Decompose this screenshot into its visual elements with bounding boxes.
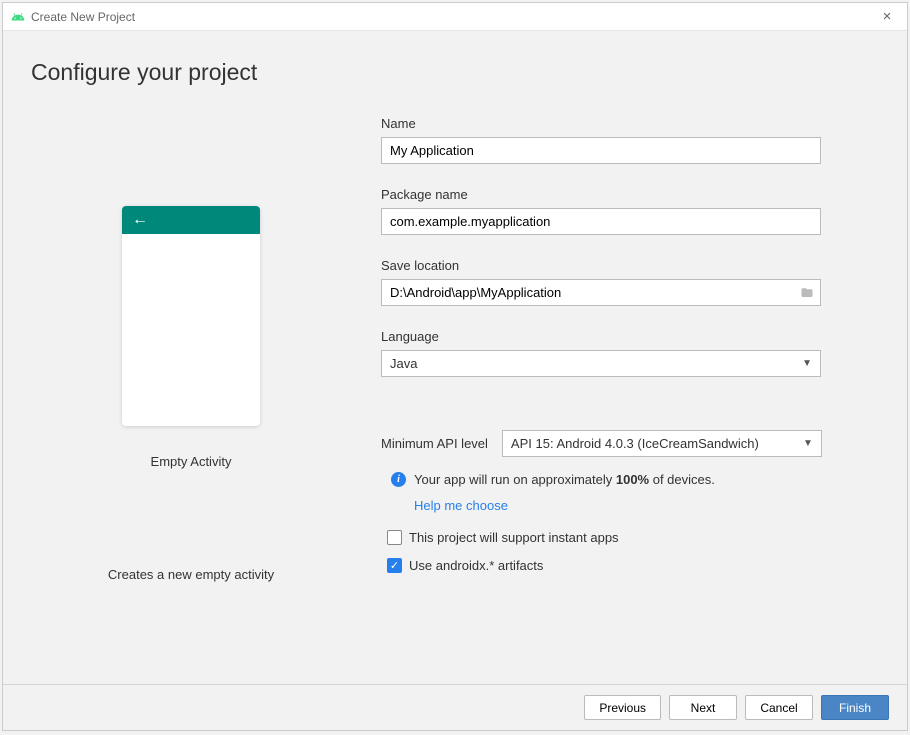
instant-apps-row: This project will support instant apps xyxy=(381,530,879,545)
instant-apps-label: This project will support instant apps xyxy=(409,530,619,545)
content: ← Empty Activity Creates a new empty act… xyxy=(3,106,907,684)
chevron-down-icon: ▼ xyxy=(802,358,812,369)
titlebar: Create New Project × xyxy=(3,3,907,31)
form-column: Name Package name Save location xyxy=(381,106,879,684)
finish-button[interactable]: Finish xyxy=(821,695,889,720)
field-api-level: Minimum API level API 15: Android 4.0.3 … xyxy=(381,430,879,457)
info-text: Your app will run on approximately 100% … xyxy=(414,472,715,487)
previous-button[interactable]: Previous xyxy=(584,695,661,720)
cancel-button[interactable]: Cancel xyxy=(745,695,813,720)
save-location-input[interactable] xyxy=(382,280,794,305)
folder-icon[interactable] xyxy=(794,285,820,300)
language-value: Java xyxy=(390,356,417,371)
androidx-checkbox[interactable]: ✓ xyxy=(387,558,402,573)
footer: Previous Next Cancel Finish xyxy=(3,684,907,730)
template-name: Empty Activity xyxy=(151,454,232,469)
save-location-label: Save location xyxy=(381,258,879,273)
field-language: Language Java ▼ xyxy=(381,329,879,377)
instant-apps-checkbox[interactable] xyxy=(387,530,402,545)
package-label: Package name xyxy=(381,187,879,202)
help-link[interactable]: Help me choose xyxy=(381,498,879,513)
template-description: Creates a new empty activity xyxy=(108,567,274,582)
phone-appbar: ← xyxy=(122,206,260,234)
main-area: Configure your project ← Empty Activity … xyxy=(3,31,907,730)
android-icon xyxy=(11,10,25,24)
field-save-location: Save location xyxy=(381,258,879,306)
field-package: Package name xyxy=(381,187,879,235)
dialog-window: Create New Project × Configure your proj… xyxy=(2,2,908,731)
name-input[interactable] xyxy=(381,137,821,164)
api-select[interactable]: API 15: Android 4.0.3 (IceCreamSandwich)… xyxy=(502,430,822,457)
left-column: ← Empty Activity Creates a new empty act… xyxy=(31,106,351,684)
api-value: API 15: Android 4.0.3 (IceCreamSandwich) xyxy=(511,436,759,451)
info-icon: i xyxy=(391,472,406,487)
window-title: Create New Project xyxy=(31,10,135,24)
androidx-row: ✓ Use androidx.* artifacts xyxy=(381,558,879,573)
field-name: Name xyxy=(381,116,879,164)
page-title: Configure your project xyxy=(3,31,907,106)
save-location-wrapper xyxy=(381,279,821,306)
phone-preview: ← xyxy=(122,206,260,426)
api-info: i Your app will run on approximately 100… xyxy=(381,472,879,487)
next-button[interactable]: Next xyxy=(669,695,737,720)
language-select[interactable]: Java ▼ xyxy=(381,350,821,377)
back-arrow-icon: ← xyxy=(132,211,148,229)
androidx-label: Use androidx.* artifacts xyxy=(409,558,543,573)
language-label: Language xyxy=(381,329,879,344)
chevron-down-icon: ▼ xyxy=(803,438,813,449)
api-label: Minimum API level xyxy=(381,436,488,451)
close-icon[interactable]: × xyxy=(875,8,899,25)
name-label: Name xyxy=(381,116,879,131)
package-input[interactable] xyxy=(381,208,821,235)
